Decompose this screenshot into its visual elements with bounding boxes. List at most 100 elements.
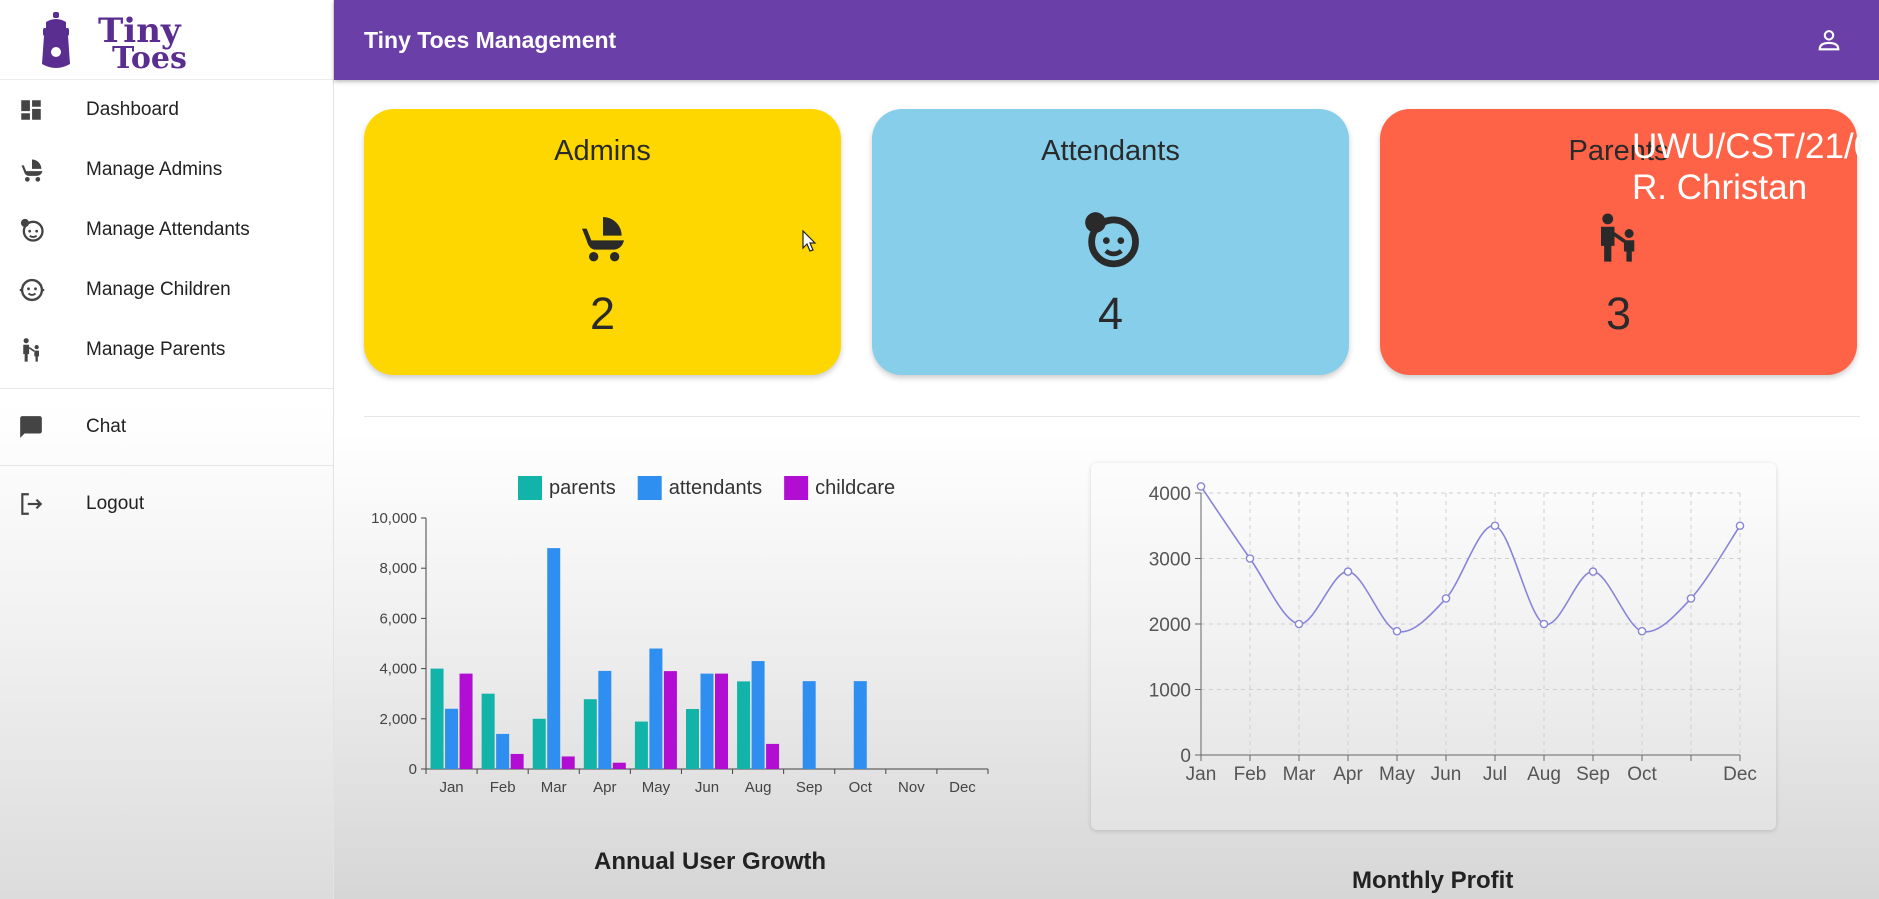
monthly-profit-chart: 01000200030004000Jan Feb Mar Apr May Jun Jul Au…	[1149, 482, 1757, 785]
profit-point	[1539, 619, 1549, 629]
bar-attendants	[802, 681, 816, 769]
bar-parents	[737, 681, 751, 769]
sidebar-item-label: Chat	[86, 416, 127, 437]
y-tick-label: 1000	[1149, 681, 1191, 702]
app-logo[interactable]: Tiny Toes	[0, 0, 333, 80]
profit-point	[1343, 567, 1353, 576]
x-tick-label: May	[642, 779, 671, 796]
x-tick-label: Aug	[1527, 764, 1561, 785]
bar-childcare	[663, 671, 677, 769]
bar-parents	[583, 699, 597, 769]
y-tick-label: 2000	[1149, 615, 1191, 636]
x-tick-label: Oct	[849, 779, 873, 796]
sidebar-item-label: Manage Children	[86, 279, 231, 300]
sidebar-item-dashboard[interactable]: Dashboard	[0, 80, 333, 140]
x-tick-label: Aug	[745, 779, 772, 796]
sidebar-item-label: Manage Admins	[86, 159, 223, 180]
logo-image: Tiny Toes	[42, 11, 187, 74]
y-tick-label: 4000	[1149, 484, 1191, 505]
legend-swatch-attendants	[637, 476, 662, 500]
profit-point	[1294, 619, 1304, 629]
family-icon	[1380, 208, 1857, 268]
x-tick-label: Feb	[1234, 764, 1267, 785]
bar-childcare	[715, 673, 728, 769]
family-icon	[0, 320, 86, 380]
bar-attendants	[700, 673, 714, 769]
nav-group-chat: Chat	[0, 389, 333, 466]
bar-childcare	[459, 673, 473, 769]
bar-attendants	[547, 548, 561, 769]
sidebar-item-manage-attendants[interactable]: Manage Attendants	[0, 200, 333, 260]
bar-parents	[686, 709, 699, 769]
sidebar-item-label: Manage Attendants	[86, 219, 250, 240]
x-tick-label: Dec	[1723, 764, 1757, 785]
profit-point	[1392, 626, 1402, 636]
nav-group-logout: Logout	[0, 466, 333, 542]
dashboard-icon	[0, 80, 86, 140]
profit-point	[1196, 482, 1206, 491]
sidebar-item-label: Dashboard	[86, 99, 179, 120]
stroller-icon	[0, 140, 86, 200]
x-tick-label: Jan	[439, 779, 463, 796]
sidebar-item-chat[interactable]: Chat	[0, 397, 333, 457]
overlay-line-2: R. Christan	[1632, 168, 1808, 207]
x-tick-label: Jul	[1483, 764, 1507, 785]
profit-point	[1245, 554, 1255, 563]
sidebar-item-manage-parents[interactable]: Manage Parents	[0, 320, 333, 380]
account-icon[interactable]	[1815, 26, 1843, 54]
sidebar-item-manage-children[interactable]: Manage Children	[0, 260, 333, 320]
chat-icon	[0, 397, 86, 457]
app-header: Tiny Toes Management	[334, 0, 1879, 80]
x-tick-label: Sep	[1576, 764, 1610, 785]
x-tick-label: Sep	[796, 779, 823, 796]
x-tick-label: Jun	[1431, 764, 1462, 785]
overlay-line-1: UWU/CST/21/0	[1632, 127, 1874, 166]
x-tick-label: Nov	[898, 779, 925, 796]
legend-label-attendants: attendants	[669, 477, 762, 499]
bar-attendants	[445, 708, 459, 769]
nav-group-main: Dashboard Manage Admins Manage Attendant…	[0, 80, 333, 389]
mouse-cursor-icon	[802, 230, 817, 252]
x-tick-label: Mar	[541, 779, 567, 796]
legend-label-parents: parents	[549, 477, 616, 499]
sidebar-item-logout[interactable]: Logout	[0, 474, 333, 534]
x-tick-label: Mar	[1283, 764, 1316, 785]
card-value: 4	[1097, 288, 1124, 339]
profit-point	[1735, 521, 1745, 531]
bar-attendants	[496, 733, 510, 769]
x-tick-label: Dec	[949, 779, 976, 796]
bar-attendants	[649, 648, 663, 769]
y-tick-label: 10,000	[371, 510, 417, 527]
card-title: Admins	[554, 135, 651, 167]
sidebar-item-manage-admins[interactable]: Manage Admins	[0, 140, 333, 200]
bar-childcare	[766, 743, 780, 769]
stat-card-admins[interactable]: Admins 2	[364, 109, 841, 375]
overlay-caption: UWU/CST/21/0 R. Christan	[1632, 126, 1873, 208]
legend-label-childcare: childcare	[815, 477, 895, 499]
legend-swatch-childcare	[784, 476, 809, 500]
profit-point	[1588, 567, 1598, 576]
bar-parents	[430, 668, 444, 769]
woman-face-icon	[872, 208, 1349, 268]
woman-face-icon	[0, 200, 86, 260]
child-face-icon	[0, 260, 86, 320]
bar-chart-title: Annual User Growth	[594, 848, 827, 875]
card-value: 3	[1605, 288, 1632, 339]
stroller-icon	[364, 208, 841, 268]
stat-card-attendants[interactable]: Attendants 4	[872, 109, 1349, 375]
logo-text-line2: Toes	[112, 41, 187, 74]
bar-attendants	[853, 681, 867, 769]
profit-line	[1200, 486, 1741, 633]
sidebar-item-label: Manage Parents	[86, 339, 226, 360]
bar-childcare	[561, 756, 575, 769]
x-tick-label: Jun	[695, 779, 719, 796]
y-tick-label: 3000	[1149, 550, 1191, 571]
profit-point	[1637, 626, 1647, 636]
profit-point	[1441, 594, 1451, 603]
bar-parents	[481, 693, 495, 769]
bar-childcare	[612, 762, 626, 769]
app-title: Tiny Toes Management	[364, 26, 617, 53]
legend-swatch-parents	[518, 476, 542, 500]
logout-icon	[0, 474, 86, 534]
y-tick-label: 4,000	[379, 661, 417, 678]
